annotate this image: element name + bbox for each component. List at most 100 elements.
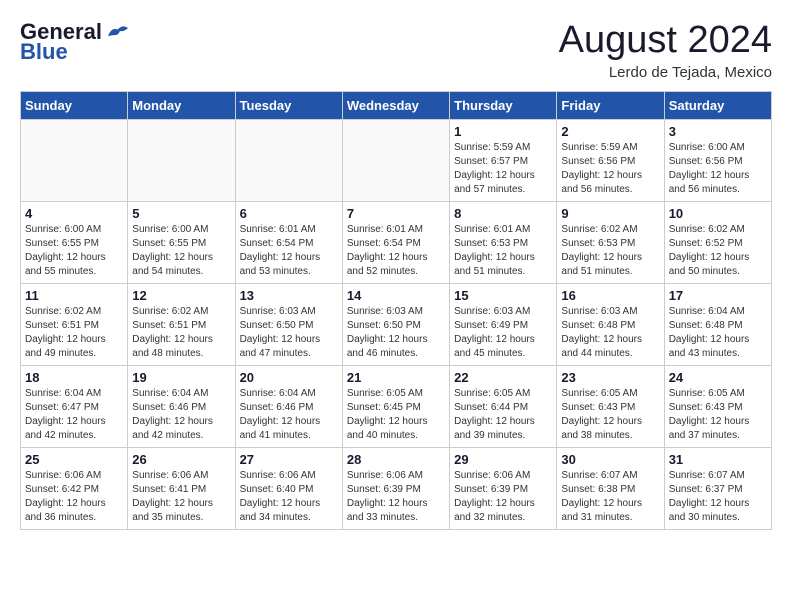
day-info: Sunrise: 6:05 AM Sunset: 6:43 PM Dayligh… xyxy=(669,387,767,443)
day-number: 19 xyxy=(132,370,230,385)
day-info: Sunrise: 6:03 AM Sunset: 6:50 PM Dayligh… xyxy=(347,305,445,361)
calendar-cell: 15 Sunrise: 6:03 AM Sunset: 6:49 PM Dayli… xyxy=(450,283,557,365)
calendar-cell: 14 Sunrise: 6:03 AM Sunset: 6:50 PM Dayli… xyxy=(342,283,449,365)
calendar-cell: 5 Sunrise: 6:00 AM Sunset: 6:55 PM Daylig… xyxy=(128,201,235,283)
header-saturday: Saturday xyxy=(664,91,771,119)
day-info: Sunrise: 6:06 AM Sunset: 6:39 PM Dayligh… xyxy=(347,469,445,525)
day-number: 21 xyxy=(347,370,445,385)
header-wednesday: Wednesday xyxy=(342,91,449,119)
logo-bird-icon xyxy=(104,22,132,44)
calendar-cell: 25 Sunrise: 6:06 AM Sunset: 6:42 PM Dayli… xyxy=(21,447,128,529)
day-info: Sunrise: 6:06 AM Sunset: 6:42 PM Dayligh… xyxy=(25,469,123,525)
header-thursday: Thursday xyxy=(450,91,557,119)
day-number: 28 xyxy=(347,452,445,467)
page-header: General Blue August 2024 Lerdo de Tejada… xyxy=(20,20,772,81)
logo-blue: Blue xyxy=(20,40,68,64)
day-number: 26 xyxy=(132,452,230,467)
calendar-cell: 4 Sunrise: 6:00 AM Sunset: 6:55 PM Daylig… xyxy=(21,201,128,283)
day-number: 14 xyxy=(347,288,445,303)
day-number: 2 xyxy=(561,124,659,139)
calendar-cell: 8Sunrise: 6:01 AM Sunset: 6:53 PM Daylig… xyxy=(450,201,557,283)
day-number: 30 xyxy=(561,452,659,467)
header-friday: Friday xyxy=(557,91,664,119)
day-number: 29 xyxy=(454,452,552,467)
day-info: Sunrise: 6:01 AM Sunset: 6:54 PM Dayligh… xyxy=(240,223,338,279)
day-number: 31 xyxy=(669,452,767,467)
day-number: 4 xyxy=(25,206,123,221)
calendar-cell: 31 Sunrise: 6:07 AM Sunset: 6:37 PM Dayli… xyxy=(664,447,771,529)
calendar-cell: 11 Sunrise: 6:02 AM Sunset: 6:51 PM Dayli… xyxy=(21,283,128,365)
header-sunday: Sunday xyxy=(21,91,128,119)
day-info: Sunrise: 6:03 AM Sunset: 6:48 PM Dayligh… xyxy=(561,305,659,361)
day-info: Sunrise: 6:00 AM Sunset: 6:56 PM Dayligh… xyxy=(669,141,767,197)
day-info: Sunrise: 6:03 AM Sunset: 6:50 PM Dayligh… xyxy=(240,305,338,361)
day-number: 16 xyxy=(561,288,659,303)
day-number: 6 xyxy=(240,206,338,221)
day-info: Sunrise: 6:04 AM Sunset: 6:46 PM Dayligh… xyxy=(240,387,338,443)
day-info: Sunrise: 6:00 AM Sunset: 6:55 PM Dayligh… xyxy=(25,223,123,279)
day-info: Sunrise: 6:05 AM Sunset: 6:44 PM Dayligh… xyxy=(454,387,552,443)
day-number: 12 xyxy=(132,288,230,303)
calendar-cell: 7 Sunrise: 6:01 AM Sunset: 6:54 PM Daylig… xyxy=(342,201,449,283)
calendar-cell: 1 Sunrise: 5:59 AM Sunset: 6:57 PM Daylig… xyxy=(450,119,557,201)
calendar-cell: 24 Sunrise: 6:05 AM Sunset: 6:43 PM Dayli… xyxy=(664,365,771,447)
day-info: Sunrise: 6:01 AM Sunset: 6:54 PM Dayligh… xyxy=(347,223,445,279)
day-info: Sunrise: 6:02 AM Sunset: 6:51 PM Dayligh… xyxy=(132,305,230,361)
day-info: Sunrise: 5:59 AM Sunset: 6:56 PM Dayligh… xyxy=(561,141,659,197)
day-number: 8 xyxy=(454,206,552,221)
calendar-cell xyxy=(235,119,342,201)
calendar-cell: 20 Sunrise: 6:04 AM Sunset: 6:46 PM Dayli… xyxy=(235,365,342,447)
day-info: Sunrise: 6:02 AM Sunset: 6:52 PM Dayligh… xyxy=(669,223,767,279)
calendar-cell: 9 Sunrise: 6:02 AM Sunset: 6:53 PM Daylig… xyxy=(557,201,664,283)
day-info: Sunrise: 6:02 AM Sunset: 6:53 PM Dayligh… xyxy=(561,223,659,279)
day-info: Sunrise: 6:07 AM Sunset: 6:38 PM Dayligh… xyxy=(561,469,659,525)
calendar-cell xyxy=(342,119,449,201)
day-number: 27 xyxy=(240,452,338,467)
calendar-cell: 2 Sunrise: 5:59 AM Sunset: 6:56 PM Daylig… xyxy=(557,119,664,201)
day-info: Sunrise: 6:04 AM Sunset: 6:48 PM Dayligh… xyxy=(669,305,767,361)
day-info: Sunrise: 6:02 AM Sunset: 6:51 PM Dayligh… xyxy=(25,305,123,361)
week-row-4: 18Sunrise: 6:04 AM Sunset: 6:47 PM Dayli… xyxy=(21,365,772,447)
header-tuesday: Tuesday xyxy=(235,91,342,119)
day-number: 24 xyxy=(669,370,767,385)
day-info: Sunrise: 6:03 AM Sunset: 6:49 PM Dayligh… xyxy=(454,305,552,361)
day-info: Sunrise: 6:00 AM Sunset: 6:55 PM Dayligh… xyxy=(132,223,230,279)
day-info: Sunrise: 6:06 AM Sunset: 6:41 PM Dayligh… xyxy=(132,469,230,525)
week-row-2: 4 Sunrise: 6:00 AM Sunset: 6:55 PM Daylig… xyxy=(21,201,772,283)
calendar-cell: 13 Sunrise: 6:03 AM Sunset: 6:50 PM Dayli… xyxy=(235,283,342,365)
day-number: 13 xyxy=(240,288,338,303)
day-number: 3 xyxy=(669,124,767,139)
day-info: Sunrise: 5:59 AM Sunset: 6:57 PM Dayligh… xyxy=(454,141,552,197)
header-monday: Monday xyxy=(128,91,235,119)
day-number: 25 xyxy=(25,452,123,467)
day-info: Sunrise: 6:07 AM Sunset: 6:37 PM Dayligh… xyxy=(669,469,767,525)
calendar-cell: 17 Sunrise: 6:04 AM Sunset: 6:48 PM Dayli… xyxy=(664,283,771,365)
calendar-cell: 10 Sunrise: 6:02 AM Sunset: 6:52 PM Dayli… xyxy=(664,201,771,283)
day-number: 10 xyxy=(669,206,767,221)
calendar-cell: 22 Sunrise: 6:05 AM Sunset: 6:44 PM Dayli… xyxy=(450,365,557,447)
calendar-cell: 27 Sunrise: 6:06 AM Sunset: 6:40 PM Dayli… xyxy=(235,447,342,529)
day-number: 22 xyxy=(454,370,552,385)
calendar-header-row: SundayMondayTuesdayWednesdayThursdayFrid… xyxy=(21,91,772,119)
day-number: 5 xyxy=(132,206,230,221)
calendar-cell: 29Sunrise: 6:06 AM Sunset: 6:39 PM Dayli… xyxy=(450,447,557,529)
day-number: 15 xyxy=(454,288,552,303)
title-block: August 2024 Lerdo de Tejada, Mexico xyxy=(559,20,772,81)
day-number: 11 xyxy=(25,288,123,303)
day-number: 20 xyxy=(240,370,338,385)
calendar-cell xyxy=(128,119,235,201)
day-number: 18 xyxy=(25,370,123,385)
day-number: 1 xyxy=(454,124,552,139)
calendar-cell: 19 Sunrise: 6:04 AM Sunset: 6:46 PM Dayli… xyxy=(128,365,235,447)
calendar-cell: 26 Sunrise: 6:06 AM Sunset: 6:41 PM Dayli… xyxy=(128,447,235,529)
week-row-1: 1 Sunrise: 5:59 AM Sunset: 6:57 PM Daylig… xyxy=(21,119,772,201)
day-info: Sunrise: 6:05 AM Sunset: 6:43 PM Dayligh… xyxy=(561,387,659,443)
calendar-cell: 3 Sunrise: 6:00 AM Sunset: 6:56 PM Daylig… xyxy=(664,119,771,201)
day-info: Sunrise: 6:04 AM Sunset: 6:46 PM Dayligh… xyxy=(132,387,230,443)
day-number: 17 xyxy=(669,288,767,303)
day-number: 7 xyxy=(347,206,445,221)
week-row-3: 11 Sunrise: 6:02 AM Sunset: 6:51 PM Dayli… xyxy=(21,283,772,365)
calendar-table: SundayMondayTuesdayWednesdayThursdayFrid… xyxy=(20,91,772,530)
day-number: 9 xyxy=(561,206,659,221)
day-info: Sunrise: 6:06 AM Sunset: 6:40 PM Dayligh… xyxy=(240,469,338,525)
